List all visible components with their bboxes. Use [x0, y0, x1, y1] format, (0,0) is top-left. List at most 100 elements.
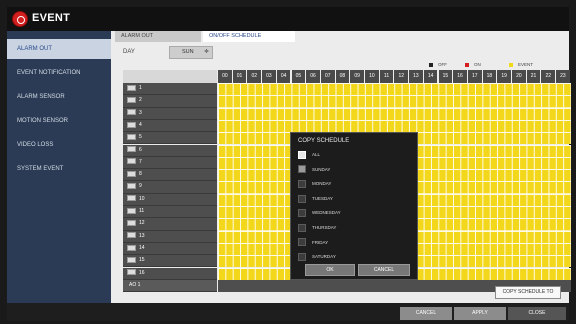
hour-header[interactable]: 07	[320, 70, 335, 83]
cancel-button[interactable]: CANCEL	[400, 307, 452, 320]
dialog-option-sunday[interactable]: SUNDAY	[298, 165, 330, 174]
row-label[interactable]: 3	[123, 107, 217, 120]
row-label[interactable]: 6	[123, 144, 217, 157]
row-toggle-icon[interactable]	[127, 195, 136, 202]
hour-header[interactable]: 09	[350, 70, 364, 83]
checkbox-icon[interactable]	[298, 165, 306, 174]
row-toggle-icon[interactable]	[127, 84, 136, 91]
hour-header[interactable]: 10	[365, 70, 379, 83]
hour-header[interactable]: 17	[467, 70, 482, 83]
close-button[interactable]: CLOSE	[508, 307, 566, 320]
row-toggle-icon[interactable]	[127, 183, 136, 190]
dialog-ok-button[interactable]: OK	[305, 264, 355, 276]
sidebar-item-video-loss[interactable]: VIDEO LOSS	[7, 135, 111, 155]
hour-header[interactable]: 16	[453, 70, 467, 83]
hour-header[interactable]: 11	[379, 70, 394, 83]
row-label[interactable]: 9	[123, 181, 217, 194]
hour-header[interactable]: 12	[394, 70, 409, 83]
row-label[interactable]: 7	[123, 156, 217, 170]
sidebar-item-event-notification[interactable]: EVENT NOTIFICATION	[7, 63, 111, 83]
checkbox-icon[interactable]	[298, 223, 306, 232]
hour-header[interactable]: 13	[409, 70, 423, 83]
row-toggle-icon[interactable]	[127, 207, 136, 214]
sidebar-item-system-event[interactable]: SYSTEM EVENT	[7, 159, 111, 179]
schedule-row[interactable]	[218, 119, 571, 133]
hour-header[interactable]: 04	[276, 70, 291, 83]
copy-schedule-dialog: COPY SCHEDULE ALL SUNDAY MONDAY TUESDAY WEDN…	[290, 132, 418, 280]
row-toggle-icon[interactable]	[127, 96, 136, 103]
sidebar-item-motion-sensor[interactable]: MOTION SENSOR	[7, 111, 111, 131]
hour-header[interactable]: 08	[335, 70, 350, 83]
row-toggle-icon[interactable]	[127, 244, 136, 251]
row-toggle-icon[interactable]	[127, 109, 136, 116]
hour-header[interactable]: 23	[556, 70, 570, 83]
hour-header[interactable]: 06	[306, 70, 320, 83]
hour-header[interactable]: 21	[526, 70, 541, 83]
schedule-row[interactable]	[218, 83, 571, 96]
row-label[interactable]: 14	[123, 242, 217, 256]
row-label[interactable]: 16	[123, 267, 217, 280]
row-label[interactable]: 12	[123, 218, 217, 231]
dialog-option-friday[interactable]: FRIDAY	[298, 238, 328, 247]
dialog-option-saturday[interactable]: SATURDAY	[298, 252, 336, 261]
hour-header[interactable]: 19	[497, 70, 511, 83]
tab-alarm-out[interactable]: ALARM OUT	[115, 31, 201, 42]
row-toggle-icon[interactable]	[127, 146, 136, 153]
row-label[interactable]: 15	[123, 255, 217, 268]
hour-header[interactable]: 22	[541, 70, 556, 83]
checkbox-icon[interactable]	[298, 253, 306, 261]
day-select[interactable]: SUN ≑	[169, 46, 213, 59]
row-toggle-icon[interactable]	[127, 256, 136, 263]
row-toggle-icon[interactable]	[127, 219, 136, 226]
row-label[interactable]: AO 1	[123, 279, 217, 293]
hour-header[interactable]: 05	[291, 70, 306, 83]
row-toggle-icon[interactable]	[127, 158, 136, 165]
hour-header[interactable]: 00	[218, 70, 232, 83]
row-label[interactable]: 4	[123, 119, 217, 133]
tab-on-off-schedule[interactable]: ON/OFF SCHEDULE	[203, 31, 295, 42]
row-label-text: 10	[139, 195, 145, 202]
checkbox-icon[interactable]	[298, 150, 306, 159]
legend-on-swatch	[465, 62, 469, 67]
row-label[interactable]: 1	[123, 83, 217, 96]
row-toggle-icon[interactable]	[127, 170, 136, 177]
schedule-row[interactable]	[218, 95, 571, 108]
hour-header[interactable]: 01	[232, 70, 247, 83]
row-label-text: 8	[139, 171, 142, 178]
row-label-text: 3	[139, 109, 142, 116]
checkbox-icon[interactable]	[298, 238, 306, 247]
row-toggle-icon[interactable]	[127, 232, 136, 239]
row-label-text: 1	[139, 85, 142, 91]
dialog-option-wednesday[interactable]: WEDNESDAY	[298, 208, 341, 218]
day-label: DAY	[123, 49, 135, 55]
dialog-option-monday[interactable]: MONDAY	[298, 179, 331, 188]
row-label[interactable]: 10	[123, 193, 217, 206]
hour-header[interactable]: 14	[423, 70, 438, 83]
sidebar-item-alarm-sensor[interactable]: ALARM SENSOR	[7, 87, 111, 107]
legend-on-label: ON	[474, 62, 481, 67]
sidebar-item-alarm-out[interactable]: ALARM OUT	[7, 39, 111, 59]
checkbox-icon[interactable]	[298, 194, 306, 203]
checkbox-icon[interactable]	[298, 209, 306, 218]
row-label[interactable]: 13	[123, 230, 217, 243]
row-label[interactable]: 11	[123, 206, 217, 219]
schedule-row[interactable]	[218, 107, 571, 120]
checkbox-icon[interactable]	[298, 180, 306, 188]
row-toggle-icon[interactable]	[127, 133, 136, 140]
dialog-option-tuesday[interactable]: TUESDAY	[298, 194, 333, 203]
copy-schedule-to-button[interactable]: COPY SCHEDULE TO	[495, 286, 561, 299]
dialog-cancel-button[interactable]: CANCEL	[358, 264, 410, 276]
row-label[interactable]: 2	[123, 95, 217, 108]
hour-header[interactable]: 02	[247, 70, 262, 83]
hour-header[interactable]: 03	[262, 70, 276, 83]
hour-header[interactable]: 15	[438, 70, 453, 83]
row-toggle-icon[interactable]	[127, 121, 136, 128]
dialog-option-all[interactable]: ALL	[298, 150, 320, 159]
hour-header[interactable]: 18	[482, 70, 497, 83]
hour-header[interactable]: 20	[512, 70, 526, 83]
row-toggle-icon[interactable]	[127, 269, 136, 276]
apply-button[interactable]: APPLY	[454, 307, 506, 320]
dialog-option-thursday[interactable]: THURSDAY	[298, 223, 336, 232]
row-label[interactable]: 8	[123, 169, 217, 182]
row-label[interactable]: 5	[123, 132, 217, 145]
